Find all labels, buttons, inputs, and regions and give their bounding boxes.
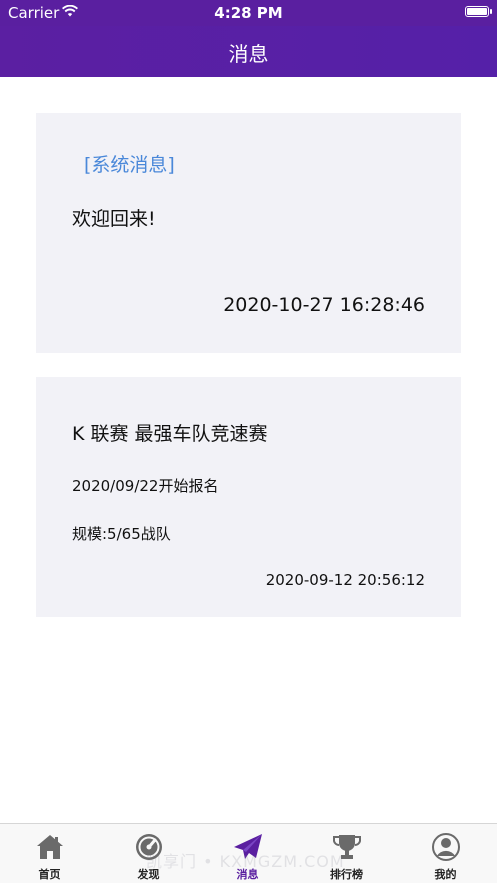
message-card-system[interactable]: [系统消息] 欢迎回来! 2020-10-27 16:28:46	[36, 113, 461, 353]
tab-label: 首页	[38, 868, 61, 881]
system-message-tag: [系统消息]	[84, 154, 175, 176]
clock: 4:28 PM	[214, 4, 283, 22]
battery-icon	[465, 6, 489, 17]
tab-label: 我的	[434, 868, 457, 881]
message-timestamp: 2020-10-27 16:28:46	[223, 294, 425, 316]
message-text: 欢迎回来!	[72, 208, 156, 230]
tab-profile[interactable]: 我的	[396, 824, 495, 884]
message-card-event[interactable]: K 联赛 最强车队竞速赛 2020/09/22开始报名 规模:5/65战队 20…	[36, 377, 461, 617]
battery-tip	[490, 9, 492, 14]
tab-home[interactable]: 首页	[0, 824, 99, 884]
status-bar: Carrier 4:28 PM	[0, 0, 497, 26]
nav-bar: 消息	[0, 26, 497, 77]
event-scale: 规模:5/65战队	[72, 525, 171, 543]
home-icon	[36, 835, 63, 859]
event-headline: K 联赛 最强车队竞速赛	[72, 423, 268, 445]
watermark: 凯享门 • KXMGZM.COM	[146, 852, 345, 871]
message-timestamp: 2020-09-12 20:56:12	[265, 571, 425, 589]
page-title: 消息	[228, 42, 269, 66]
profile-icon	[431, 833, 460, 861]
event-signup-date: 2020/09/22开始报名	[72, 477, 219, 495]
